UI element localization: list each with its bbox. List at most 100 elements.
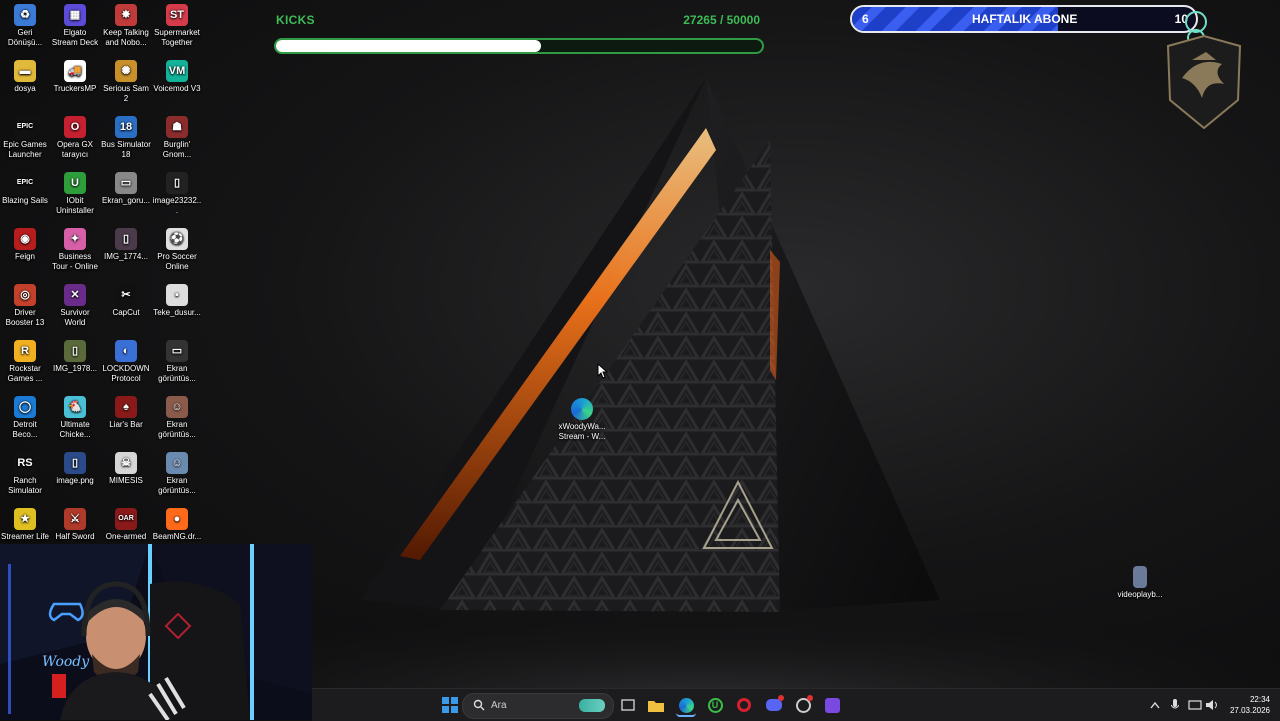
kicks-goal-title: KICKS [276, 13, 315, 27]
iobit-uninstaller-icon[interactable]: U [705, 695, 725, 715]
app-icon: ▯ [166, 172, 188, 194]
desktop-icon[interactable]: ♻ Geri Dönüşü... [0, 4, 50, 48]
app-icon: ▯ [64, 452, 86, 474]
desktop-icon[interactable]: 🐔 Ultimate Chicke... [50, 396, 100, 440]
desktop-icon[interactable]: 18 Bus Simulator 18 [101, 116, 151, 160]
desktop-icon-label: Liar's Bar [109, 420, 143, 429]
app-icon: RS [14, 452, 36, 474]
app-icon: VM [166, 60, 188, 82]
desktop-icon-label: Streamer Life [0, 532, 50, 541]
desktop-icon-label: Business Tour - Online M... [52, 252, 98, 271]
clock-time: 22:34 [1249, 695, 1270, 704]
app-icon: ◯ [14, 396, 36, 418]
app-icon: ♠ [115, 396, 137, 418]
desktop-icon[interactable]: ☺ Ekran görüntüs... [152, 452, 202, 496]
desktop-icon[interactable]: EPIC Blazing Sails [0, 172, 50, 206]
desktop-icon[interactable]: OAR One-armed [101, 508, 151, 542]
desktop-icon[interactable]: ● BeamNG.dr... [152, 508, 202, 542]
webcam-overlay: Woody [0, 544, 312, 720]
desktop-icon[interactable]: ▭ Ekran görüntüs... [152, 340, 202, 384]
desktop-icon-label: Pro Soccer Online [157, 252, 197, 271]
desktop-icon-label: IMG_1978... [52, 364, 98, 373]
desktop-icon[interactable]: ▯ IMG_1978... [50, 340, 100, 374]
steam-icon[interactable] [793, 695, 813, 715]
app-icon: ✕ [64, 284, 86, 306]
system-clock[interactable]: 22:34 27.03.2026 [1230, 694, 1270, 716]
app-icon: ◉ [14, 228, 36, 250]
video-thumbnail-icon [1133, 566, 1147, 588]
desktop-icon[interactable]: ▭ Ekran_goru... [101, 172, 151, 206]
desktop-icon[interactable]: ▦ Elgato Stream Deck [50, 4, 100, 48]
desktop-icon[interactable]: ▯ image23232... [152, 172, 202, 216]
desktop-icon[interactable]: U IObit Uninstaller [50, 172, 100, 216]
desktop-icon-label: Ultimate Chicke... [59, 420, 91, 439]
app-icon: ● [166, 508, 188, 530]
desktop-icon[interactable]: ♠ Liar's Bar [101, 396, 151, 430]
desktop-icon[interactable]: ⚔ Half Sword [50, 508, 100, 542]
app-icon: R [14, 340, 36, 362]
desktop-icon-label: MIMESIS [109, 476, 143, 485]
desktop-shortcut-stream[interactable]: xWoodyWa... Stream - W... [556, 398, 608, 442]
desktop-icon[interactable]: 🚚 TruckersMP [50, 60, 100, 94]
desktop-icon[interactable]: ◉ Feign [0, 228, 50, 262]
taskbar-search-input[interactable]: Ara [462, 693, 614, 719]
desktop-icon-label: Elgato Stream Deck [51, 28, 99, 47]
discord-icon[interactable] [764, 695, 784, 715]
app-icon: ⚽ [166, 228, 188, 250]
desktop-icon-label: Feign [14, 252, 35, 261]
desktop-shortcut-videoplayback[interactable]: videoplayb... [1114, 566, 1166, 600]
opera-gx-icon[interactable] [734, 695, 754, 715]
volume-icon[interactable] [1202, 695, 1222, 715]
edge-icon[interactable] [676, 695, 696, 717]
subscriber-current: 6 [862, 12, 869, 26]
app-icon: EPIC [14, 172, 36, 194]
desktop-icon-label: Burglin' Gnom... [162, 140, 192, 159]
shortcut-label: xWoodyWa... Stream - W... [558, 422, 606, 441]
kicks-progress-fill [276, 40, 542, 52]
desktop-icon[interactable]: ✕ Survivor World [50, 284, 100, 328]
desktop-icon-label: Keep Talking and Nobo... [103, 28, 149, 47]
desktop-icon-label: Driver Booster 13 [5, 308, 45, 327]
desktop-icon[interactable]: ◎ Driver Booster 13 [0, 284, 50, 328]
task-view-icon[interactable] [618, 695, 638, 715]
start-windows-icon[interactable] [440, 695, 460, 715]
desktop-icon[interactable]: ◐ LOCKDOWN Protocol [101, 340, 151, 384]
desktop-icon-label: Half Sword [55, 532, 95, 541]
desktop-icon[interactable]: ☗ Burglin' Gnom... [152, 116, 202, 160]
desktop-icon-label: Epic Games Launcher [3, 140, 47, 159]
desktop-icon[interactable]: ✺ Serious Sam 2 [101, 60, 151, 104]
desktop-icon[interactable]: ★ Streamer Life [0, 508, 50, 542]
desktop-icon[interactable]: ⚽ Pro Soccer Online [152, 228, 202, 272]
desktop-icon[interactable]: ▪ Teke_dusur... [152, 284, 202, 318]
desktop-icon[interactable]: ST Supermarket Together [152, 4, 202, 48]
file-explorer-icon[interactable] [646, 695, 666, 715]
desktop-icon[interactable]: ▯ image.png [50, 452, 100, 486]
desktop-icon[interactable]: EPIC Epic Games Launcher [0, 116, 50, 160]
desktop-icon[interactable]: ☺ Ekran görüntüs... [152, 396, 202, 440]
desktop-icon[interactable]: ✸ Keep Talking and Nobo... [101, 4, 151, 48]
mouse-cursor-icon [597, 363, 609, 379]
desktop-icon-label: Ekran_goru... [101, 196, 151, 205]
desktop-icon-label: image23232... [152, 196, 202, 215]
desktop-icon[interactable]: ▯ IMG_1774... [101, 228, 151, 262]
tray-overflow-chevron-icon[interactable] [1145, 695, 1165, 715]
desktop-icon[interactable]: ☠ MIMESIS [101, 452, 151, 486]
weekly-subscriber-goal: 6 HAFTALIK ABONE 10 [850, 5, 1198, 33]
desktop-icon[interactable]: O Opera GX tarayıcı [50, 116, 100, 160]
desktop-icon[interactable]: VM Voicemod V3 [152, 60, 202, 94]
app-icon: ▪ [166, 284, 188, 306]
desktop-icon-label: Teke_dusur... [153, 308, 201, 317]
microphone-icon[interactable] [1165, 695, 1185, 715]
desktop-icon-label: Opera GX tarayıcı [56, 140, 93, 159]
app-icon: ☗ [166, 116, 188, 138]
desktop-icon[interactable]: ✦ Business Tour - Online M... [50, 228, 100, 272]
desktop-icon[interactable]: RS Ranch Simulator [0, 452, 50, 496]
app-icon: OAR [115, 508, 137, 530]
desktop-icon[interactable]: ▬ dosya [0, 60, 50, 94]
app-icon: ☠ [115, 452, 137, 474]
stream-deck-icon[interactable] [822, 695, 842, 715]
desktop-icon[interactable]: ◯ Detroit Beco... [0, 396, 50, 440]
desktop-icon[interactable]: ✂ CapCut [101, 284, 151, 318]
desktop-icon[interactable]: R Rockstar Games ... [0, 340, 50, 384]
search-icon [473, 699, 485, 711]
